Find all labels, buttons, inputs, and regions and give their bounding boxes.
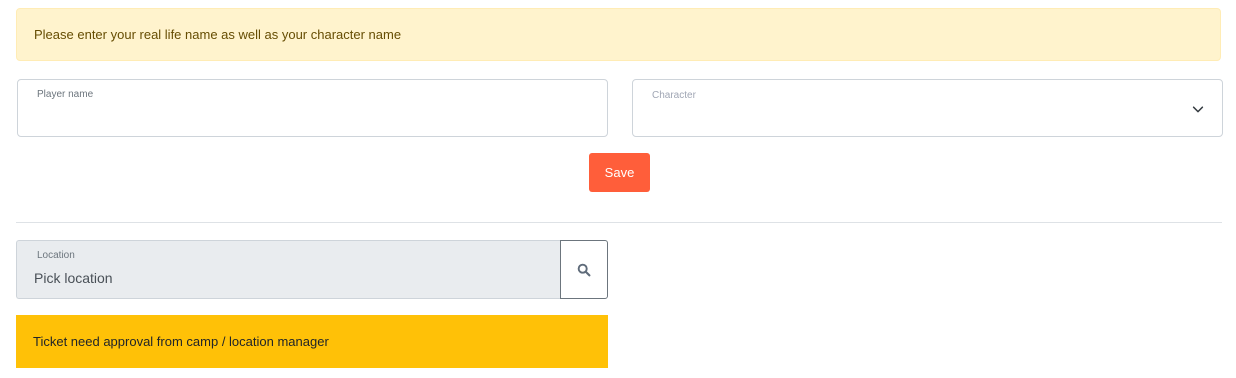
location-field[interactable]: Location Pick location xyxy=(16,240,561,299)
location-search-button[interactable] xyxy=(560,240,608,299)
name-instructions-alert: Please enter your real life name as well… xyxy=(16,8,1221,61)
section-divider xyxy=(16,222,1222,223)
save-button[interactable]: Save xyxy=(589,153,650,192)
ticket-form-page: Please enter your real life name as well… xyxy=(0,0,1236,378)
location-label: Location xyxy=(37,250,75,261)
chevron-down-icon[interactable] xyxy=(1191,102,1205,116)
approval-warning-alert: Ticket need approval from camp / locatio… xyxy=(16,315,608,368)
approval-warning-text: Ticket need approval from camp / locatio… xyxy=(33,334,329,349)
name-instructions-text: Please enter your real life name as well… xyxy=(34,27,402,42)
location-value: Pick location xyxy=(34,270,113,286)
player-name-label: Player name xyxy=(37,89,94,100)
search-icon xyxy=(577,263,591,276)
character-label: Character xyxy=(652,90,696,101)
player-name-field[interactable]: Player name xyxy=(17,79,608,137)
character-select[interactable]: Character xyxy=(632,79,1223,137)
player-name-input[interactable] xyxy=(36,106,590,130)
location-picker: Location Pick location xyxy=(16,240,608,299)
